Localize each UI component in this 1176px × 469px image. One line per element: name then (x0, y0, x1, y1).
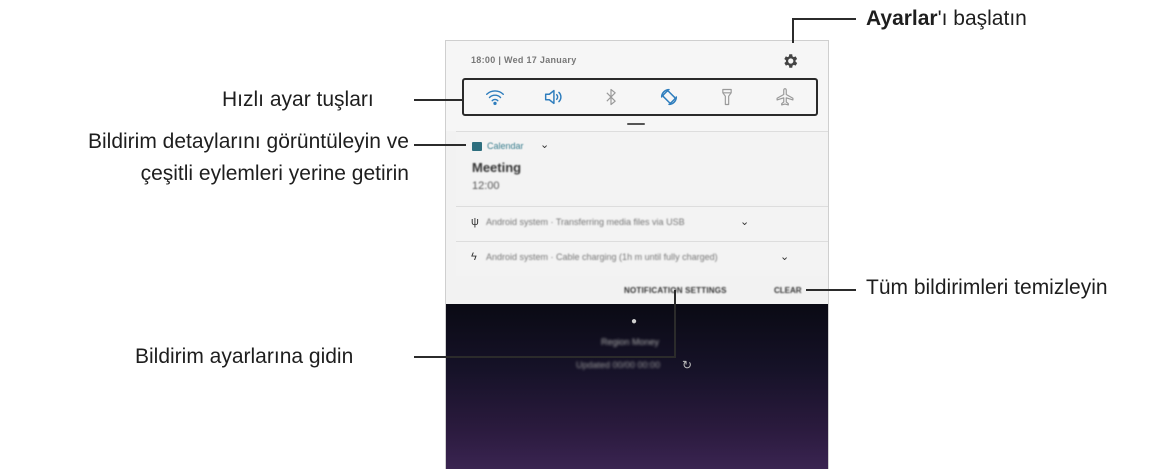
quick-settings-bar (462, 78, 818, 116)
lockscreen-background: ● Region Money Updated 00/00 00:00 ↻ (446, 304, 828, 469)
weather-location: Region Money (601, 337, 660, 347)
panel-drag-handle[interactable] (627, 123, 645, 125)
auto-rotate-icon[interactable] (656, 84, 682, 110)
charging-notification-row[interactable]: ϟ Android system · Cable charging (1h m … (456, 241, 828, 276)
callout-notification-settings: Bildirim ayarlarına gidin (135, 345, 354, 368)
leader-line-settings-v (792, 19, 794, 43)
usb-icon: ψ (471, 216, 479, 228)
refresh-icon[interactable]: ↻ (682, 358, 692, 372)
notification-panel: 18:00 | Wed 17 January Calendar ⌄ Meetin… (445, 40, 829, 469)
chevron-down-icon[interactable]: ⌄ (540, 138, 549, 151)
notification-title: Meeting (472, 160, 522, 175)
flashlight-icon[interactable] (714, 84, 740, 110)
settings-gear-icon[interactable] (781, 52, 801, 72)
notification-time: 12:00 (472, 180, 500, 192)
leader-line-settings-h (792, 18, 856, 20)
status-time-date: 18:00 | Wed 17 January (471, 55, 577, 65)
calendar-notification[interactable]: Calendar ⌄ Meeting 12:00 (456, 131, 828, 204)
sound-icon[interactable] (540, 84, 566, 110)
callout-settings-rest: 'ı başlatın (937, 7, 1027, 30)
usb-notification-row[interactable]: ψ Android system · Transferring media fi… (456, 206, 828, 241)
callout-clear-all: Tüm bildirimleri temizleyin (866, 276, 1108, 299)
charging-bolt-icon: ϟ (471, 251, 477, 263)
leader-line-notification-details (414, 144, 466, 146)
charging-notification-text: Android system · Cable charging (1h m un… (486, 252, 718, 262)
notification-app-name: Calendar (487, 141, 524, 151)
bluetooth-icon[interactable] (598, 84, 624, 110)
callout-quick-settings: Hızlı ayar tuşları (222, 88, 374, 111)
chevron-down-icon[interactable]: ⌄ (780, 250, 789, 263)
callout-notification-details-1: Bildirim detaylarını görüntüleyin ve (88, 130, 409, 153)
chevron-down-icon[interactable]: ⌄ (740, 215, 749, 228)
callout-settings: Ayarlar'ı başlatın (866, 4, 1027, 33)
notification-actions-bar: NOTIFICATION SETTINGS CLEAR (446, 278, 828, 304)
leader-line-notification-settings-v (674, 290, 676, 358)
usb-notification-text: Android system · Transferring media file… (486, 217, 685, 227)
calendar-app-icon (472, 142, 482, 151)
weather-updated: Updated 00/00 00:00 (576, 360, 661, 370)
leader-line-quick-settings (414, 99, 463, 101)
clear-all-button[interactable]: CLEAR (774, 286, 802, 295)
leader-line-notification-settings-h (414, 356, 676, 358)
location-pin-icon: ● (631, 316, 638, 327)
airplane-mode-icon[interactable] (772, 84, 798, 110)
leader-line-clear-all (806, 289, 856, 291)
callout-notification-details-2: çeşitli eylemleri yerine getirin (140, 162, 409, 185)
wifi-icon[interactable] (482, 84, 508, 110)
status-bar: 18:00 | Wed 17 January (446, 41, 828, 83)
callout-settings-bold: Ayarlar (866, 7, 938, 30)
